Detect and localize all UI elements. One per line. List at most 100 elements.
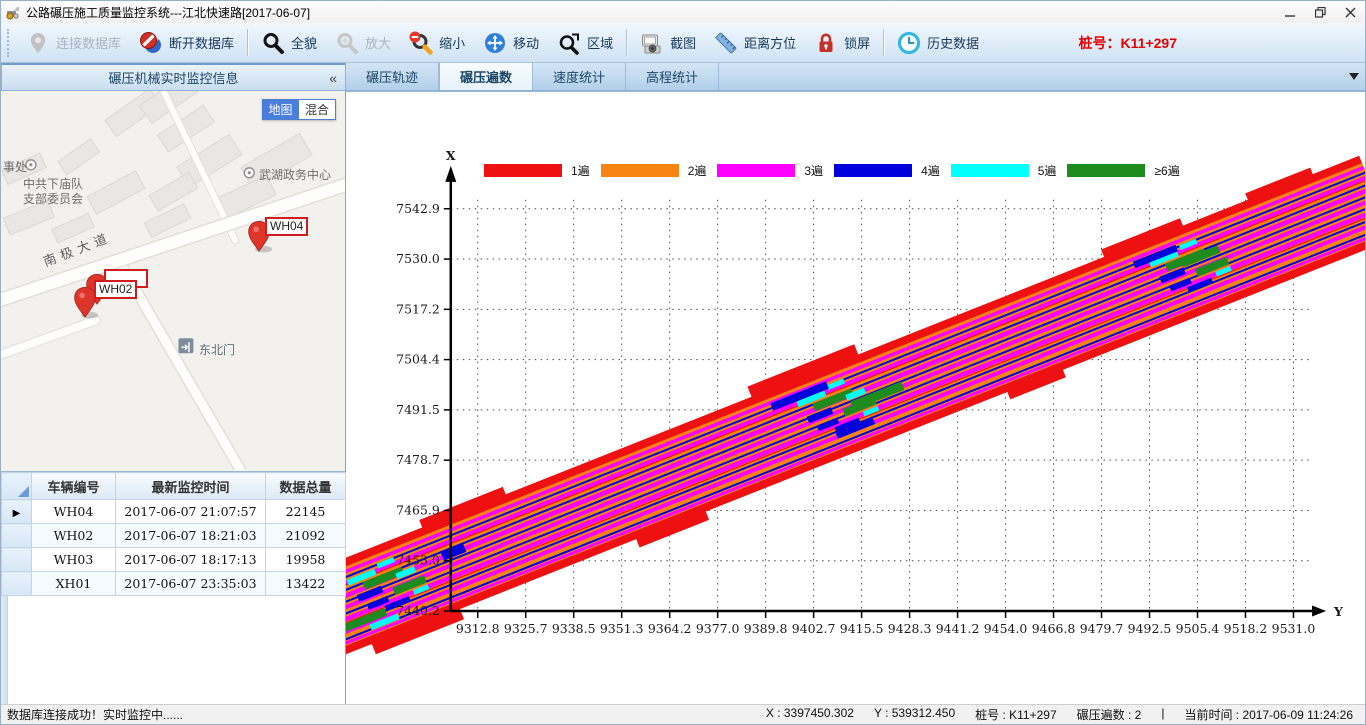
chart-legend: 1遍2遍3遍4遍5遍≥6遍 xyxy=(484,162,1180,179)
svg-text:9454.0: 9454.0 xyxy=(984,621,1028,636)
svg-text:7504.4: 7504.4 xyxy=(396,352,440,367)
row-selector[interactable] xyxy=(2,548,32,572)
map-background xyxy=(1,91,345,470)
legend-swatch xyxy=(834,164,912,177)
col-last-monitor-time[interactable]: 最新监控时间 xyxy=(116,473,266,500)
table-row[interactable]: XH012017-06-07 23:35:0313422 xyxy=(2,572,346,596)
status-message: 数据库连接成功！实时监控中...... xyxy=(7,706,183,723)
header-strip: 碾压机械实时监控信息 « 碾压轨迹 碾压遍数 速度统计 高程统计 xyxy=(1,63,1365,91)
col-data-total[interactable]: 数据总量 xyxy=(266,473,346,500)
svg-text:9415.5: 9415.5 xyxy=(840,621,884,636)
camera-icon xyxy=(640,31,664,55)
table-cell: XH01 xyxy=(32,572,116,596)
svg-text:9338.5: 9338.5 xyxy=(552,621,596,636)
restore-button[interactable] xyxy=(1305,1,1335,23)
connect-db-button[interactable]: 连接数据库 xyxy=(17,26,130,60)
row-selector[interactable] xyxy=(2,572,32,596)
pass-count-chart-panel[interactable]: 9312.89325.79338.59351.39364.29377.09389… xyxy=(346,91,1365,704)
map-label-committee: 中共下庙队 支部委员会 xyxy=(23,177,83,207)
svg-text:9505.4: 9505.4 xyxy=(1176,621,1220,636)
app-window: 公路碾压施工质量监控系统---江北快速路[2017-06-07] 连接数据库 断… xyxy=(0,0,1366,725)
toolbar-separator xyxy=(883,29,884,56)
table-row[interactable]: WH032017-06-07 18:17:1319958 xyxy=(2,548,346,572)
status-passes: 碾压遍数 : 2 xyxy=(1077,706,1142,723)
screenshot-button[interactable]: 截图 xyxy=(631,26,705,60)
table-cell: 2017-06-07 21:07:57 xyxy=(116,500,266,524)
status-time: 当前时间 : 2017-06-09 11:24:26 xyxy=(1184,706,1353,723)
tab-rolling-track[interactable]: 碾压轨迹 xyxy=(346,63,439,90)
tab-elevation-stats[interactable]: 高程统计 xyxy=(626,63,719,90)
pass-count-chart[interactable]: 9312.89325.79338.59351.39364.29377.09389… xyxy=(346,92,1365,704)
svg-text:9325.7: 9325.7 xyxy=(504,621,548,636)
app-icon xyxy=(5,4,21,20)
svg-text:7542.9: 7542.9 xyxy=(396,201,440,216)
legend-item: ≥6遍 xyxy=(1067,162,1179,179)
table-cell: WH02 xyxy=(32,524,116,548)
table-row[interactable]: ▶WH042017-06-07 21:07:5722145 xyxy=(2,500,346,524)
legend-swatch xyxy=(484,164,562,177)
lock-icon xyxy=(814,31,838,55)
disconnect-db-button[interactable]: 断开数据库 xyxy=(130,26,243,60)
table-left-gutter xyxy=(1,596,8,704)
legend-item: 2遍 xyxy=(601,162,707,179)
row-selector-header[interactable] xyxy=(2,473,32,500)
svg-text:7530.0: 7530.0 xyxy=(396,251,440,266)
svg-text:9428.3: 9428.3 xyxy=(888,621,932,636)
left-panel-title: 碾压机械实时监控信息 xyxy=(2,68,345,87)
map-view[interactable]: 事处 中共下庙队 支部委员会 武湖政务中心 南极大道 东北门 WH04 xyxy=(1,91,345,471)
region-select-icon xyxy=(557,31,581,55)
status-bar: 数据库连接成功！实时监控中...... X : 3397450.302 Y : … xyxy=(1,704,1365,724)
row-selector[interactable]: ▶ xyxy=(2,500,32,524)
tab-overflow-icon[interactable] xyxy=(1349,73,1359,80)
svg-text:7517.2: 7517.2 xyxy=(396,301,440,316)
lock-screen-button[interactable]: 锁屏 xyxy=(805,26,879,60)
tab-speed-stats[interactable]: 速度统计 xyxy=(533,63,626,90)
toolbar-grip xyxy=(7,29,11,57)
table-cell: 22145 xyxy=(266,500,346,524)
status-x: X : 3397450.302 xyxy=(766,706,854,723)
map-label-gov-center: 武湖政务中心 xyxy=(259,166,331,183)
connect-db-icon xyxy=(26,31,50,55)
svg-text:X: X xyxy=(446,148,456,163)
status-y: Y : 539312.450 xyxy=(874,706,955,723)
map-label-office: 事处 xyxy=(3,158,27,175)
monitor-panel: 事处 中共下庙队 支部委员会 武湖政务中心 南极大道 东北门 WH04 xyxy=(1,91,346,704)
close-button[interactable] xyxy=(1335,1,1365,23)
legend-swatch xyxy=(601,164,679,177)
vehicle-tag-wh04[interactable]: WH04 xyxy=(265,217,308,236)
tab-strip: 碾压轨迹 碾压遍数 速度统计 高程统计 xyxy=(346,63,1365,91)
map-type-map-button[interactable]: 地图 xyxy=(262,99,299,120)
vehicle-table: 车辆编号 最新监控时间 数据总量 ▶WH042017-06-07 21:07:5… xyxy=(1,472,346,596)
region-button[interactable]: 区域 xyxy=(548,26,622,60)
map-type-hybrid-button[interactable]: 混合 xyxy=(299,99,336,120)
vehicle-tag-wh02[interactable]: WH02 xyxy=(94,280,137,299)
svg-text:9518.2: 9518.2 xyxy=(1224,621,1268,636)
window-title: 公路碾压施工质量监控系统---江北快速路[2017-06-07] xyxy=(26,4,310,21)
table-cell: 2017-06-07 23:35:03 xyxy=(116,572,266,596)
status-stake: 桩号 : K11+297 xyxy=(975,706,1057,723)
minimize-button[interactable] xyxy=(1275,1,1305,23)
collapse-panel-button[interactable]: « xyxy=(329,70,337,86)
legend-swatch xyxy=(1067,164,1145,177)
legend-item: 4遍 xyxy=(834,162,940,179)
full-view-icon xyxy=(261,31,285,55)
distance-bearing-button[interactable]: 距离方位 xyxy=(705,26,805,60)
pan-button[interactable]: 移动 xyxy=(474,26,548,60)
row-selector[interactable] xyxy=(2,524,32,548)
full-view-button[interactable]: 全貌 xyxy=(252,26,326,60)
legend-item: 5遍 xyxy=(951,162,1057,179)
zoom-out-button[interactable]: 缩小 xyxy=(400,26,474,60)
table-cell: 2017-06-07 18:17:13 xyxy=(116,548,266,572)
tab-pass-count[interactable]: 碾压遍数 xyxy=(439,63,533,90)
zoom-in-button[interactable]: 放大 xyxy=(326,26,400,60)
svg-text:9492.5: 9492.5 xyxy=(1128,621,1172,636)
legend-label: 1遍 xyxy=(571,162,590,179)
vehicle-table-area: 车辆编号 最新监控时间 数据总量 ▶WH042017-06-07 21:07:5… xyxy=(1,471,345,704)
svg-text:7478.7: 7478.7 xyxy=(396,452,440,467)
col-vehicle-id[interactable]: 车辆编号 xyxy=(32,473,116,500)
svg-text:9441.2: 9441.2 xyxy=(936,621,980,636)
title-bar: 公路碾压施工质量监控系统---江北快速路[2017-06-07] xyxy=(1,1,1365,23)
table-row[interactable]: WH022017-06-07 18:21:0321092 xyxy=(2,524,346,548)
clock-icon xyxy=(897,31,921,55)
history-data-button[interactable]: 历史数据 xyxy=(888,26,988,60)
